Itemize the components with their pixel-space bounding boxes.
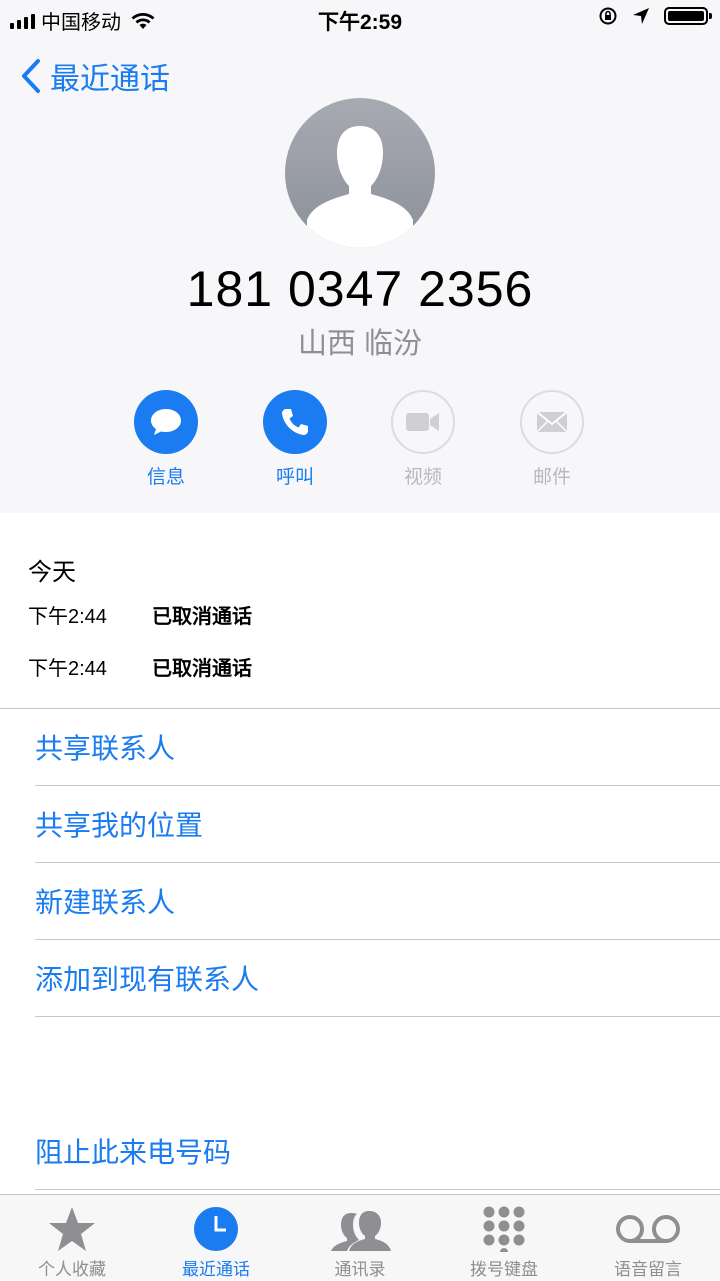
rotation-lock-icon [599,7,617,25]
back-label: 最近通话 [50,63,170,96]
mail-envelope-icon [536,411,568,433]
contact-avatar [285,98,435,248]
keypad-icon [483,1206,525,1252]
call-time: 下午2:44 [28,606,107,628]
tab-label: 语音留言 [614,1260,682,1279]
call-status: 已取消通话 [152,606,252,628]
message-action-label: 信息 [146,467,185,488]
history-day-header: 今天 [28,559,76,586]
star-icon [49,1207,95,1251]
person-silhouette-icon [307,126,413,248]
share-location-option[interactable]: 共享我的位置 [35,786,720,863]
back-button[interactable]: 最近通话 [20,54,170,98]
chevron-left-icon [22,59,40,93]
number-location: 山西 临汾 [297,328,423,360]
mail-action-label: 邮件 [532,467,571,488]
tab-keypad[interactable]: 拨号键盘 [432,1195,576,1281]
add-to-existing-contact-option[interactable]: 添加到现有联系人 [35,940,720,1017]
tab-favorites[interactable]: 个人收藏 [0,1195,144,1281]
mail-circle [520,390,584,454]
battery-icon [664,7,712,25]
tab-bar: 个人收藏 最近通话 通讯录 拨号键盘 语音留言 [0,1194,720,1280]
tab-label: 最近通话 [182,1260,250,1279]
call-action-label: 呼叫 [275,467,314,488]
block-caller-option[interactable]: 阻止此来电号码 [35,1113,720,1190]
call-history-row: 下午2:44 已取消通话 [28,652,252,681]
call-action-button[interactable]: 呼叫 [262,390,328,489]
status-bar: 中国移动 下午2:59 [0,0,720,36]
tab-recents[interactable]: 最近通话 [144,1195,288,1281]
tab-label: 拨号键盘 [470,1260,538,1279]
message-bubble-icon [151,409,181,435]
call-circle [263,390,327,454]
call-status: 已取消通话 [152,658,252,680]
new-contact-option[interactable]: 新建联系人 [35,863,720,940]
video-circle [391,390,455,454]
tab-label: 个人收藏 [38,1260,106,1279]
share-contact-option[interactable]: 共享联系人 [35,709,720,786]
message-action-button[interactable]: 信息 [133,390,199,489]
contacts-icon [331,1211,391,1251]
voicemail-icon [616,1215,680,1243]
location-arrow-icon [633,8,649,24]
tab-label: 通讯录 [334,1260,386,1279]
tab-voicemail[interactable]: 语音留言 [576,1195,720,1281]
call-time: 下午2:44 [28,658,107,680]
video-action-button[interactable]: 视频 [390,390,456,489]
clock-icon [194,1207,238,1251]
video-action-label: 视频 [403,467,442,488]
mail-action-button[interactable]: 邮件 [519,390,585,489]
message-circle [134,390,198,454]
status-indicators [598,6,712,26]
video-camera-icon [406,413,439,431]
phone-icon [282,409,308,435]
phone-number: 181 0347 2356 [186,261,534,317]
call-history-row: 下午2:44 已取消通话 [28,600,252,629]
tab-contacts[interactable]: 通讯录 [288,1195,432,1281]
